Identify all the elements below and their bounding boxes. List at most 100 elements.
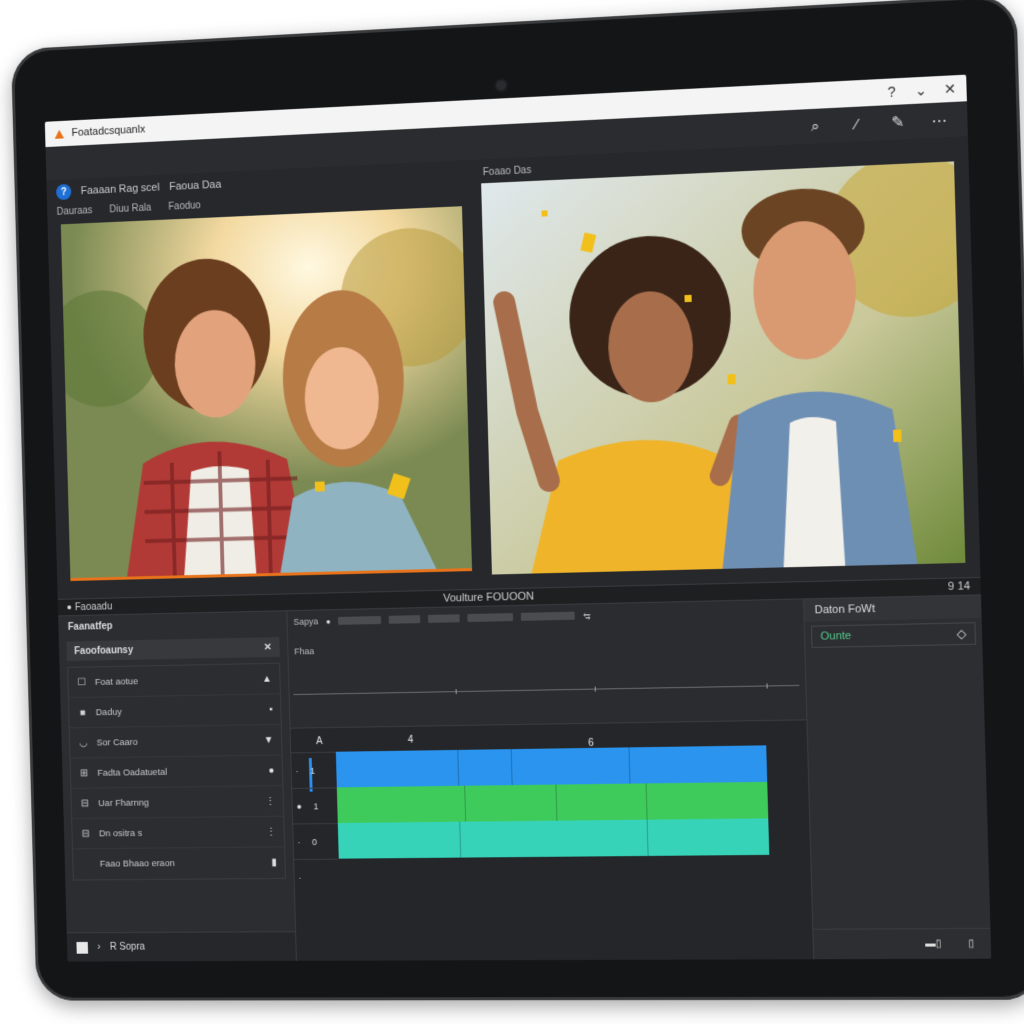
track-toggle-icon[interactable]: · [297,837,300,847]
drag-handle-icon[interactable]: ⋮ [266,826,276,837]
ruler-tick [455,689,457,695]
close-button[interactable]: ✕ [943,80,957,97]
inspector-field-value: Ounte [820,629,852,643]
timecode-display: 9 14 [947,580,971,594]
source-subtitle[interactable]: Faoua Daa [169,179,221,193]
sequence-name: Voulture FOUOON [443,590,535,605]
list-item-label: Dn ositra s [98,827,143,839]
effects-section-title: Faoofoaunsy [74,644,134,657]
subnav-item[interactable]: Diuu Rala [109,203,151,216]
track-header[interactable]: · [294,858,340,895]
checkbox-icon[interactable]: ☐ [76,677,88,688]
timeline-marker: A [315,736,323,748]
triangle-up-icon[interactable]: ▲ [262,673,272,684]
help-window-button[interactable]: ? [885,83,898,100]
square-icon[interactable] [76,941,89,954]
inspector-panel: Daton FoWt Ounte ◇ ▬▯ ▯ [803,595,992,960]
audio-clip[interactable] [336,781,769,824]
timeline-tool-button[interactable] [428,614,461,623]
more-icon[interactable]: ⋯ [930,110,949,129]
timeline-marker: 4 [407,734,414,746]
timeline-tool-button[interactable] [389,615,421,624]
clip-cut [555,784,558,821]
effects-section-header[interactable]: Faoofoaunsy ✕ [66,637,280,662]
list-item-label: Daduy [95,706,122,718]
camera-icon [496,80,507,91]
list-item-label: Foat aotue [94,675,139,688]
music-clip[interactable] [337,818,770,859]
clip-cut [628,747,631,784]
track-header[interactable]: · 0 [293,823,339,860]
ruler-tick [766,683,768,689]
list-item-label: Uar Fharnng [98,797,149,809]
list-item[interactable]: ⊞ Fadta Oadatuetal ● [70,755,283,789]
source-video-preview[interactable] [60,206,473,582]
list-item-label: Sor Caaro [96,736,138,748]
status-left-label: Faoaadu [74,601,113,613]
track-toggle-icon[interactable]: · [295,766,298,776]
trash-icon[interactable]: ▯ [968,938,974,949]
close-icon[interactable]: ✕ [264,642,272,653]
clip-cut [457,749,460,786]
track-number: 1 [309,765,316,776]
program-video-preview[interactable] [481,161,966,575]
video-clip[interactable] [335,745,768,788]
subnav-item[interactable]: Faoduo [168,200,201,212]
status-left: Faoaadu [67,601,112,613]
layout-icon: ⊟ [81,828,90,839]
square-icon: ■ [79,707,86,718]
list-item[interactable]: ◡ Sor Caaro ▼ [69,724,282,759]
track-number: 0 [311,836,318,847]
effects-list: ☐ Foat aotue ▲ ■ Daduy ▪ ◡ Sor Caaro ▼ ⊞… [67,662,286,881]
layout-icon: ⊟ [80,797,90,809]
window-controls: ? ⌄ ✕ [885,80,957,100]
list-item[interactable]: ⊟ Dn ositra s ⋮ [72,816,285,850]
drag-handle-icon[interactable]: ⋮ [265,796,275,807]
triangle-down-icon[interactable]: ▼ [264,734,274,745]
timeline-tracks: A 4 6 · 1 ● 1 · 0 · [290,719,814,961]
inspector-footer: ▬▯ ▯ [813,927,992,960]
effects-panel-title: Faanatfep [67,620,113,633]
effects-panel: Faanatfep Faoofoaunsy ✕ ☐ Foat aotue ▲ ■… [58,611,297,962]
list-item[interactable]: Faao Bhaao eraon ▮ [73,847,285,879]
timeline-toolbar-label: Sapya [293,616,319,627]
diamond-icon[interactable]: ◇ [957,626,967,641]
timeline-tool-button[interactable] [521,611,576,621]
pen-icon[interactable]: ✎ [888,112,907,132]
track-toggle-icon[interactable]: · [298,872,301,882]
help-icon[interactable]: ? [55,183,72,201]
track-header[interactable]: · 1 [291,751,337,788]
dot-icon: ● [268,764,275,776]
subnav-item[interactable]: Dauraas [57,205,93,217]
grid-icon: ⊞ [80,767,89,779]
search-icon[interactable]: ⌕ [806,117,825,135]
brush-icon[interactable]: ⁄ [847,115,866,133]
list-item-label: Faao Bhaao eraon [99,858,175,870]
render-icon[interactable]: ▬▯ [925,938,941,949]
ruler-tick [594,686,596,692]
track-header[interactable]: ● 1 [292,787,338,824]
timeline-tool-button[interactable] [467,613,514,623]
track-number: 1 [313,800,319,811]
list-item[interactable]: ☐ Foat aotue ▲ [68,663,280,699]
list-item[interactable]: ■ Daduy ▪ [68,694,281,729]
clip-cut [646,819,649,856]
timeline-tool-button[interactable] [338,615,382,625]
list-item[interactable]: ⊟ Uar Fharnng ⋮ [71,786,284,820]
list-item-label: Fadta Oadatuetal [97,766,168,779]
track-toggle-icon[interactable]: ● [296,801,302,811]
footer-label[interactable]: R Sopra [110,942,145,953]
timeline-sublabel: Fhaa [294,646,315,657]
clip-cut [459,821,462,858]
inspector-field[interactable]: Ounte ◇ [810,622,977,649]
minimize-button[interactable]: ⌄ [914,82,927,99]
timeline-ruler[interactable] [293,683,800,696]
clip-cut [510,749,513,786]
app-screen: Foatadcsquanlx ? ⌄ ✕ ⌕ ⁄ ✎ ⋯ ? Faaaan Ra… [44,74,992,962]
inspector-title: Daton FoWt [804,595,982,622]
program-monitor-label: Foaao Das [482,165,532,179]
clip-cut [464,785,467,822]
program-video-frame [481,161,966,575]
link-icon[interactable]: ⥃ [583,610,591,621]
chevron-right-icon[interactable]: › [97,942,100,953]
